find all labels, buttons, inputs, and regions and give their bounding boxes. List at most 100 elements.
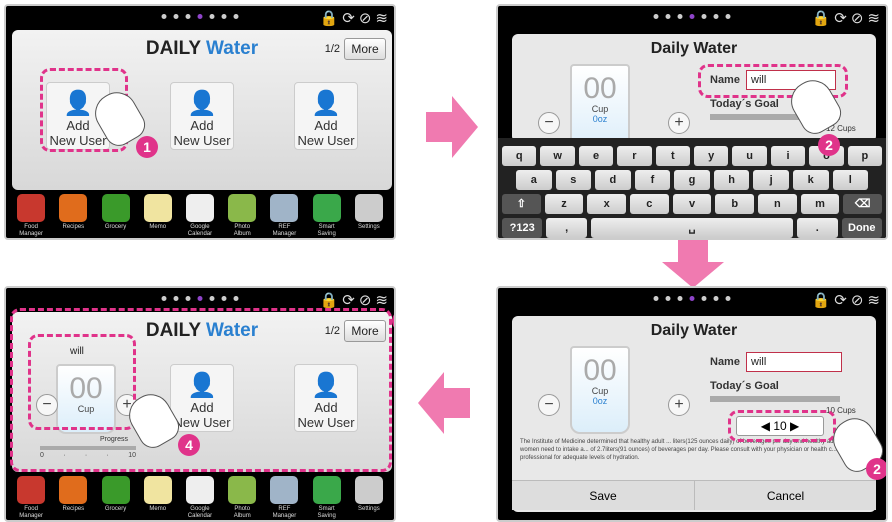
app-1[interactable]: Recipes <box>54 476 92 513</box>
status-bar: 🔒 ⟳ ⊘ ≋ <box>498 288 886 312</box>
key-row2-0[interactable]: a <box>516 170 552 190</box>
add-user-icon: 👤 <box>187 90 217 117</box>
status-bar: 🔒 ⟳ ⊘ ≋ <box>498 6 886 30</box>
step-badge-1: 1 <box>136 136 158 158</box>
key-row2-2[interactable]: d <box>595 170 631 190</box>
key-row1-4[interactable]: t <box>655 146 691 166</box>
app-label: Recipes <box>62 224 85 230</box>
key-row3-1[interactable]: z <box>544 194 584 214</box>
app-0[interactable]: Food Manager <box>12 194 50 238</box>
goal-label: Today´s Goal <box>710 98 779 110</box>
app-dock: Food Manager Recipes Grocery Memo Google Cal… <box>6 470 394 520</box>
app-4[interactable]: Google Calendar <box>181 194 219 238</box>
key-row2-1[interactable]: s <box>555 170 592 190</box>
app-2[interactable]: Grocery <box>97 194 135 231</box>
app-6[interactable]: REF Manager <box>265 194 303 238</box>
app-2[interactable]: Grocery <box>97 476 135 513</box>
app-label: Google Calendar <box>187 506 213 519</box>
app-8[interactable]: Settings <box>350 476 388 513</box>
no-sign-icon: ⊘ <box>358 10 372 27</box>
plus-button[interactable]: + <box>668 394 690 416</box>
key-row4-0[interactable]: ?123 <box>502 218 543 238</box>
no-sign-icon: ⊘ <box>850 292 864 309</box>
step-badge-3: 3 <box>392 310 394 332</box>
key-row1-0[interactable]: q <box>502 146 537 166</box>
name-field[interactable] <box>746 352 842 372</box>
plus-button[interactable]: + <box>668 112 690 134</box>
key-row4-1[interactable]: , <box>546 218 587 238</box>
add-user-icon: 👤 <box>311 90 341 117</box>
key-row1-9[interactable]: p <box>847 146 883 166</box>
add-user-label: Add New User <box>297 118 355 148</box>
lock-icon: 🔒 <box>319 10 339 27</box>
app-label: REF Manager <box>272 506 297 519</box>
cancel-button[interactable]: Cancel <box>694 480 876 510</box>
key-row1-1[interactable]: w <box>540 146 575 166</box>
app-label: Food Manager <box>19 224 43 237</box>
lock-icon: 🔒 <box>319 292 339 309</box>
app-0[interactable]: Food Manager <box>12 476 50 520</box>
minus-button[interactable]: − <box>538 112 560 134</box>
screen-goal: 🔒⟳⊘≋ Daily Water 00Cup0oz − + Name Today… <box>496 286 888 522</box>
arrow-left-icon <box>418 372 470 434</box>
screen-home: 🔒 ⟳ ⊘ ≋ DAILY Water 1/2 More 👤 Add New User 👤… <box>4 4 396 240</box>
add-user-slot-2[interactable]: 👤 Add New User <box>170 82 234 150</box>
app-1[interactable]: Recipes <box>54 194 92 231</box>
lock-icon: 🔒 <box>811 10 831 27</box>
wifi-icon: ≋ <box>867 10 880 27</box>
app-7[interactable]: Smart Saving <box>308 194 346 238</box>
goal-label: Today´s Goal <box>710 380 779 392</box>
app-icon <box>312 194 341 222</box>
app-label: REF Manager <box>272 224 297 237</box>
app-8[interactable]: Settings <box>350 194 388 231</box>
key-row2-4[interactable]: g <box>674 170 710 190</box>
app-7[interactable]: Smart Saving <box>308 476 346 520</box>
key-row3-5[interactable]: b <box>715 194 755 214</box>
key-row3-0[interactable]: ⇧ <box>502 194 541 214</box>
highlight-user-card <box>28 334 136 430</box>
key-row1-6[interactable]: u <box>732 146 767 166</box>
step-badge-2: 2 <box>818 134 840 156</box>
page-indicator: 1/2 <box>324 43 340 55</box>
key-row3-3[interactable]: c <box>630 194 669 214</box>
key-row3-6[interactable]: n <box>758 194 797 214</box>
key-row3-8[interactable]: ⌫ <box>843 194 883 214</box>
key-row4-3[interactable]: . <box>797 218 838 238</box>
lock-icon: 🔒 <box>811 292 831 309</box>
key-row2-5[interactable]: h <box>713 170 750 190</box>
key-row4-2[interactable]: ␣ <box>590 218 794 238</box>
key-row2-6[interactable]: j <box>753 170 789 190</box>
key-row3-4[interactable]: v <box>672 194 712 214</box>
app-icon <box>101 476 130 504</box>
app-5[interactable]: Photo Album <box>223 476 261 520</box>
key-row3-2[interactable]: x <box>587 194 627 214</box>
key-row1-3[interactable]: r <box>617 146 652 166</box>
app-6[interactable]: REF Manager <box>265 476 303 520</box>
add-user-slot-3[interactable]: 👤 Add New User <box>294 82 358 150</box>
app-label: Photo Album <box>233 224 251 237</box>
minus-button[interactable]: − <box>538 394 560 416</box>
key-row2-8[interactable]: l <box>832 170 869 190</box>
key-row1-5[interactable]: y <box>694 146 729 166</box>
key-row2-7[interactable]: k <box>792 170 829 190</box>
sync-icon: ⟳ <box>834 10 847 27</box>
key-row2-3[interactable]: f <box>634 170 671 190</box>
wifi-icon: ≋ <box>375 10 388 27</box>
key-row4-4[interactable]: Done <box>841 218 882 238</box>
key-row1-7[interactable]: i <box>770 146 806 166</box>
screen-user-added: 🔒 ⟳ ⊘ ≋ DAILY Water 1/2 More will 00 Cup − +… <box>4 286 396 522</box>
app-icon <box>59 194 88 222</box>
add-user-label: Add New User <box>173 118 231 148</box>
app-4[interactable]: Google Calendar <box>181 476 219 520</box>
app-5[interactable]: Photo Album <box>223 194 261 238</box>
key-row3-7[interactable]: m <box>800 194 840 214</box>
app-3[interactable]: Memo <box>139 476 177 513</box>
app-icon <box>270 476 299 504</box>
status-bar: 🔒 ⟳ ⊘ ≋ <box>6 6 394 30</box>
more-button[interactable]: More <box>344 38 386 60</box>
key-row1-2[interactable]: e <box>578 146 614 166</box>
save-button[interactable]: Save <box>512 480 694 510</box>
app-dock: Food Manager Recipes Grocery Memo Google Cal… <box>6 188 394 238</box>
app-icon <box>185 194 214 222</box>
app-3[interactable]: Memo <box>139 194 177 231</box>
